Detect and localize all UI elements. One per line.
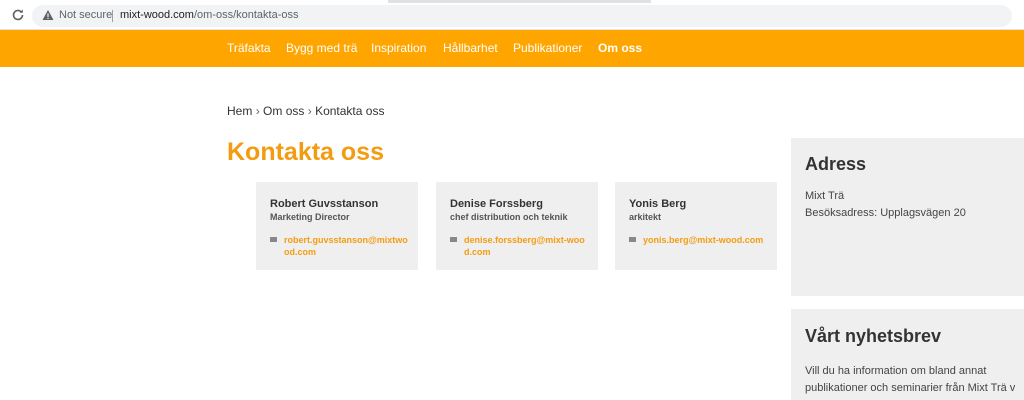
contact-email-link[interactable]: denise.forssberg@mixt-wood.com: [464, 234, 592, 258]
contact-email-link[interactable]: robert.guvsstanson@mixtwood.com: [284, 234, 412, 258]
nav-item-bygg-med-tra[interactable]: Bygg med trä: [286, 41, 357, 55]
newsletter-line: publikationer och seminarier från Mixt T…: [805, 382, 1016, 394]
contact-role: chef distribution och teknik: [450, 212, 568, 222]
breadcrumb-separator: ›: [255, 104, 260, 118]
contact-email-link[interactable]: yonis.berg@mixt-wood.com: [643, 234, 771, 246]
contact-card: Robert Guvsstanson Marketing Director ro…: [256, 182, 418, 270]
browser-toolbar: Not secure mixt-wood.com/om-oss/kontakta…: [0, 0, 1024, 30]
address-heading: Adress: [805, 154, 867, 174]
contact-role: arkitekt: [629, 212, 662, 222]
newsletter-heading: Vårt nyhetsbrev: [805, 326, 942, 346]
nav-item-inspiration[interactable]: Inspiration: [371, 41, 426, 55]
breadcrumb-om-oss[interactable]: Om oss: [263, 104, 304, 118]
contact-card: Yonis Berg arkitekt yonis.berg@mixt-wood…: [615, 182, 777, 270]
tab[interactable]: [651, 0, 1024, 3]
address-visit: Besöksadress: Upplagsvägen 20: [805, 207, 966, 219]
contact-name: Yonis Berg: [629, 198, 687, 210]
address-box: Adress Mixt Trä Besöksadress: Upplagsväg…: [791, 138, 1024, 296]
nav-item-trafakta[interactable]: Träfakta: [227, 41, 271, 55]
newsletter-box: Vårt nyhetsbrev Vill du ha information o…: [791, 309, 1024, 400]
breadcrumb-separator: ›: [307, 104, 312, 118]
page-title: Kontakta oss: [227, 138, 384, 166]
tab-strip: [0, 0, 1024, 3]
main-nav: Träfakta Bygg med trä Inspiration Hållba…: [0, 30, 1024, 67]
breadcrumb: Hem › Om oss › Kontakta oss: [227, 104, 384, 118]
address-company: Mixt Trä: [805, 190, 845, 202]
newsletter-text: Vill du ha information om bland annat pu…: [805, 363, 1024, 397]
nav-item-om-oss[interactable]: Om oss: [598, 41, 642, 55]
mail-icon: [450, 237, 457, 242]
address-bar[interactable]: Not secure mixt-wood.com/om-oss/kontakta…: [32, 5, 1012, 27]
breadcrumb-current: Kontakta oss: [315, 104, 385, 118]
reload-icon[interactable]: [11, 8, 25, 22]
breadcrumb-home[interactable]: Hem: [227, 104, 252, 118]
security-label: Not secure: [59, 9, 113, 21]
contact-name: Robert Guvsstanson: [270, 198, 379, 210]
contact-card: Denise Forssberg chef distribution och t…: [436, 182, 598, 270]
tab[interactable]: [0, 0, 388, 3]
url-text[interactable]: mixt-wood.com/om-oss/kontakta-oss: [120, 9, 299, 21]
mail-icon: [270, 237, 277, 242]
warning-icon[interactable]: [42, 9, 54, 21]
contact-name: Denise Forssberg: [450, 198, 543, 210]
nav-item-hallbarhet[interactable]: Hållbarhet: [443, 41, 498, 55]
newsletter-line: Vill du ha information om bland annat: [805, 365, 987, 377]
url-host: mixt-wood.com: [120, 9, 194, 21]
mail-icon: [629, 237, 636, 242]
contact-role: Marketing Director: [270, 212, 350, 222]
url-path: /om-oss/kontakta-oss: [193, 9, 299, 21]
omnibox-divider: [112, 10, 113, 22]
nav-item-publikationer[interactable]: Publikationer: [513, 41, 582, 55]
